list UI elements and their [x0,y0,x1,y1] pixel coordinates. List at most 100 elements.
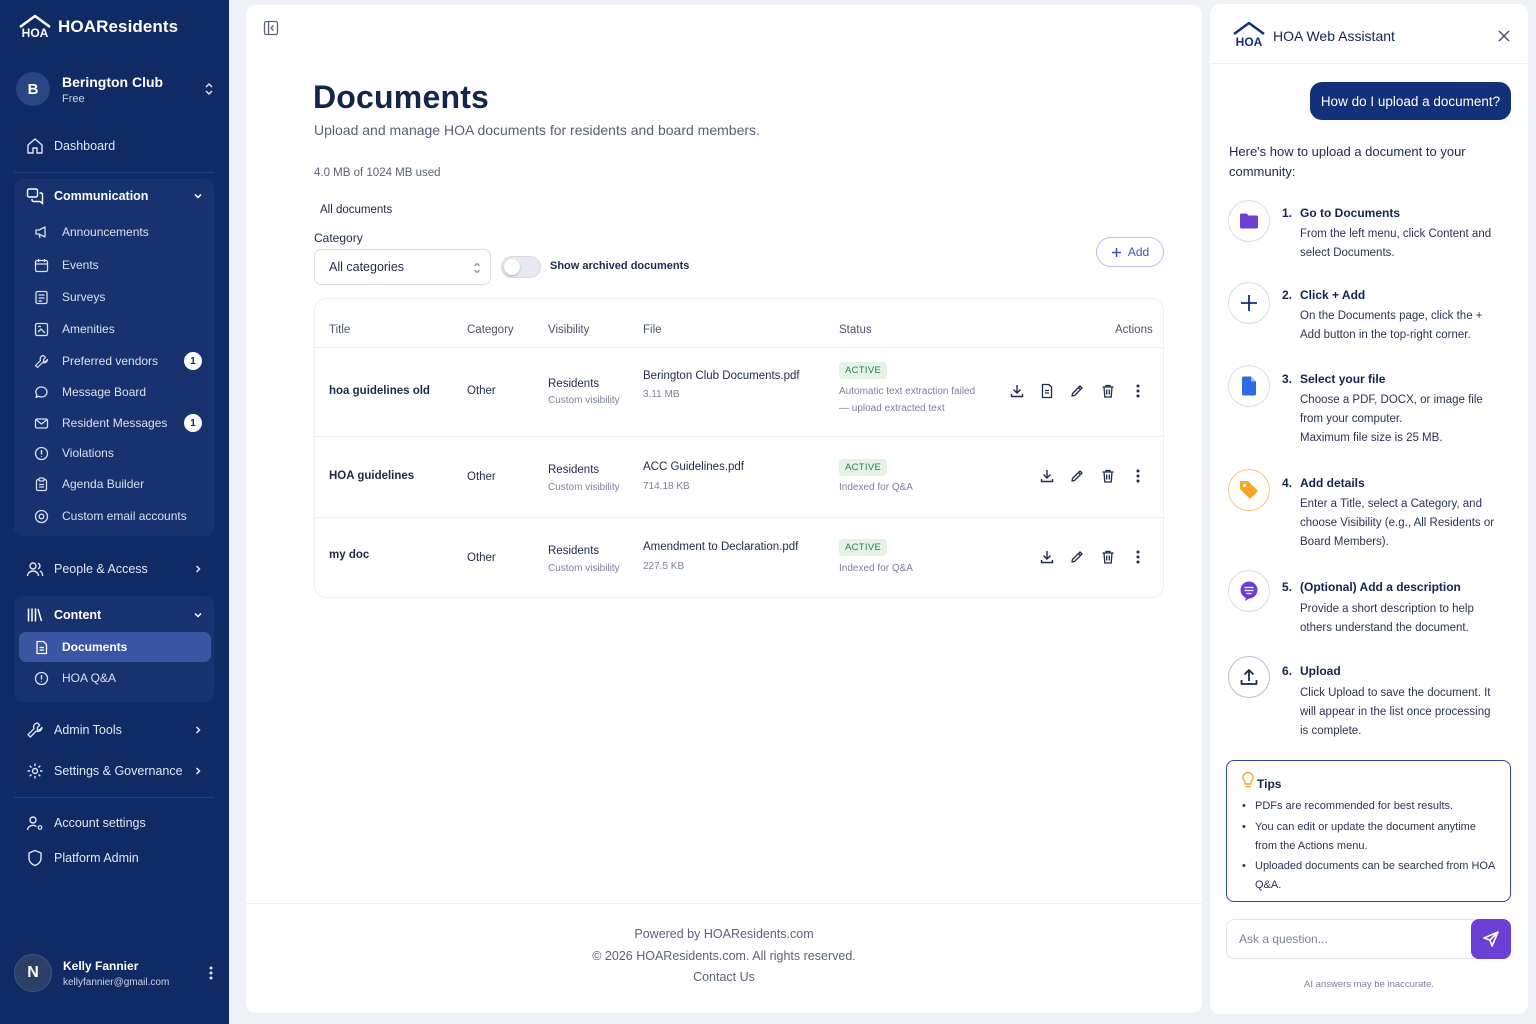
step-body: Choose a PDF, DOCX, or image file from y… [1300,394,1483,444]
tips-box: Tips PDFs are recommended for best resul… [1226,760,1511,902]
doc-category: Other [467,385,496,397]
nav-platform-admin-label: Platform Admin [54,851,139,865]
nav-hoa-qa[interactable]: HOA Q&A [28,664,210,692]
app-logo[interactable]: HOA HOAResidents [18,14,178,40]
file-icon [1228,365,1270,407]
nav-resident-messages[interactable]: Resident Messages 1 [28,409,210,437]
edit-pencil-icon[interactable] [1069,383,1085,399]
trash-icon[interactable] [1100,549,1116,565]
tag-icon [1228,469,1270,511]
club-name: Berington Club [62,73,164,90]
doc-visibility: Residents [548,464,600,476]
nav-settings-governance-label: Settings & Governance [54,764,183,778]
status-note-2: — upload extracted text [839,403,945,414]
doc-visibility-sub: Custom visibility [548,395,620,406]
footer-powered[interactable]: Powered by HOAResidents.com [246,927,1202,941]
more-vertical-icon[interactable] [1130,549,1146,565]
club-avatar: B [16,72,50,106]
assistant-header: HOA HOA Web Assistant [1210,4,1528,64]
main-panel: Documents Upload and manage HOA document… [246,5,1202,1013]
svg-text:HOA: HOA [22,26,49,40]
doc-category: Other [467,471,496,483]
footer-contact-link[interactable]: Contact Us [246,970,1202,984]
lightbulb-icon [1241,771,1255,789]
nav-platform-admin[interactable]: Platform Admin [14,843,214,873]
user-menu[interactable]: N Kelly Fannier kellyfannier@gmail.com [14,952,214,994]
at-icon [34,509,49,524]
ask-input[interactable]: Ask a question... [1239,932,1328,946]
close-icon[interactable] [1498,30,1510,42]
home-icon [26,137,44,155]
category-label: Category [314,231,363,245]
category-select[interactable]: All categories [314,249,491,285]
chat-icon [34,385,49,400]
nav-documents[interactable]: Documents [19,632,211,662]
nav-content[interactable]: Content [14,600,214,630]
nav-amenities[interactable]: Amenities [28,315,210,343]
nav-announcements-label: Announcements [62,225,149,239]
nav-agenda-builder[interactable]: Agenda Builder [28,470,210,498]
more-vertical-icon[interactable] [1130,383,1146,399]
download-icon[interactable] [1039,468,1055,484]
user-question-bubble: How do I upload a document? [1310,82,1511,120]
step-title: 6. Upload [1282,664,1341,678]
nav-custom-email-accounts[interactable]: Custom email accounts [28,502,210,530]
nav-announcements[interactable]: Announcements [28,218,210,246]
wrench-icon [34,354,49,369]
table-row[interactable]: HOA guidelines Other Residents Custom vi… [315,436,1165,517]
nav-violations[interactable]: Violations [28,439,210,467]
nav-people-access[interactable]: People & Access [14,554,214,584]
question-icon [34,671,49,686]
doc-file[interactable]: ACC Guidelines.pdf [643,461,744,473]
edit-pencil-icon[interactable] [1069,468,1085,484]
nav-events-label: Events [62,258,99,272]
shield-icon [26,849,44,867]
nav-documents-label: Documents [62,640,128,654]
more-vertical-icon[interactable] [1130,468,1146,484]
ask-input-box[interactable]: Ask a question... [1226,919,1511,959]
nav-surveys-label: Surveys [62,290,106,304]
nav-content-label: Content [54,608,102,622]
nav-preferred-vendors[interactable]: Preferred vendors 1 [28,347,210,375]
more-vertical-icon[interactable] [208,965,214,981]
collapse-sidebar-icon[interactable] [262,19,280,37]
download-icon[interactable] [1039,549,1055,565]
nav-account-settings-label: Account settings [54,816,146,830]
doc-file[interactable]: Amendment to Declaration.pdf [643,541,798,553]
calendar-icon [34,258,49,273]
divider [14,172,214,173]
edit-pencil-icon[interactable] [1069,549,1085,565]
send-button[interactable] [1471,919,1511,959]
nav-account-settings[interactable]: Account settings [14,808,214,838]
chevron-right-icon [192,765,204,777]
archived-toggle[interactable] [501,256,541,278]
tab-all-documents[interactable]: All documents [320,204,392,216]
nav-events[interactable]: Events [28,251,210,279]
nav-violations-label: Violations [62,446,114,460]
notification-badge: 1 [184,352,202,370]
table-row[interactable]: my doc Other Residents Custom visibility… [315,517,1165,598]
trash-icon[interactable] [1100,383,1116,399]
doc-visibility-sub: Custom visibility [548,482,620,493]
nav-dashboard[interactable]: Dashboard [14,131,214,161]
nav-communication[interactable]: Communication [14,181,214,211]
download-icon[interactable] [1009,383,1025,399]
nav-settings-governance[interactable]: Settings & Governance [14,756,214,786]
doc-title: HOA guidelines [329,470,415,482]
nav-admin-tools[interactable]: Admin Tools [14,715,214,745]
nav-message-board[interactable]: Message Board [28,378,210,406]
header-actions: Actions [1115,324,1153,336]
table-row[interactable]: hoa guidelines old Other Residents Custo… [315,347,1165,436]
doc-visibility-sub: Custom visibility [548,563,620,574]
trash-icon[interactable] [1100,468,1116,484]
sidebar: HOA HOAResidents B Berington Club Free D… [0,0,229,1024]
storage-usage: 4.0 MB of 1024 MB used [314,167,441,179]
chevron-updown-icon [204,82,214,96]
view-document-icon[interactable] [1039,383,1055,399]
club-switcher[interactable]: B Berington Club Free [16,70,214,108]
club-plan: Free [62,92,85,105]
assistant-intro: Here's how to upload a document to your … [1229,144,1466,179]
doc-file[interactable]: Berington Club Documents.pdf [643,370,800,382]
nav-surveys[interactable]: Surveys [28,283,210,311]
add-document-button[interactable]: Add [1096,237,1164,267]
